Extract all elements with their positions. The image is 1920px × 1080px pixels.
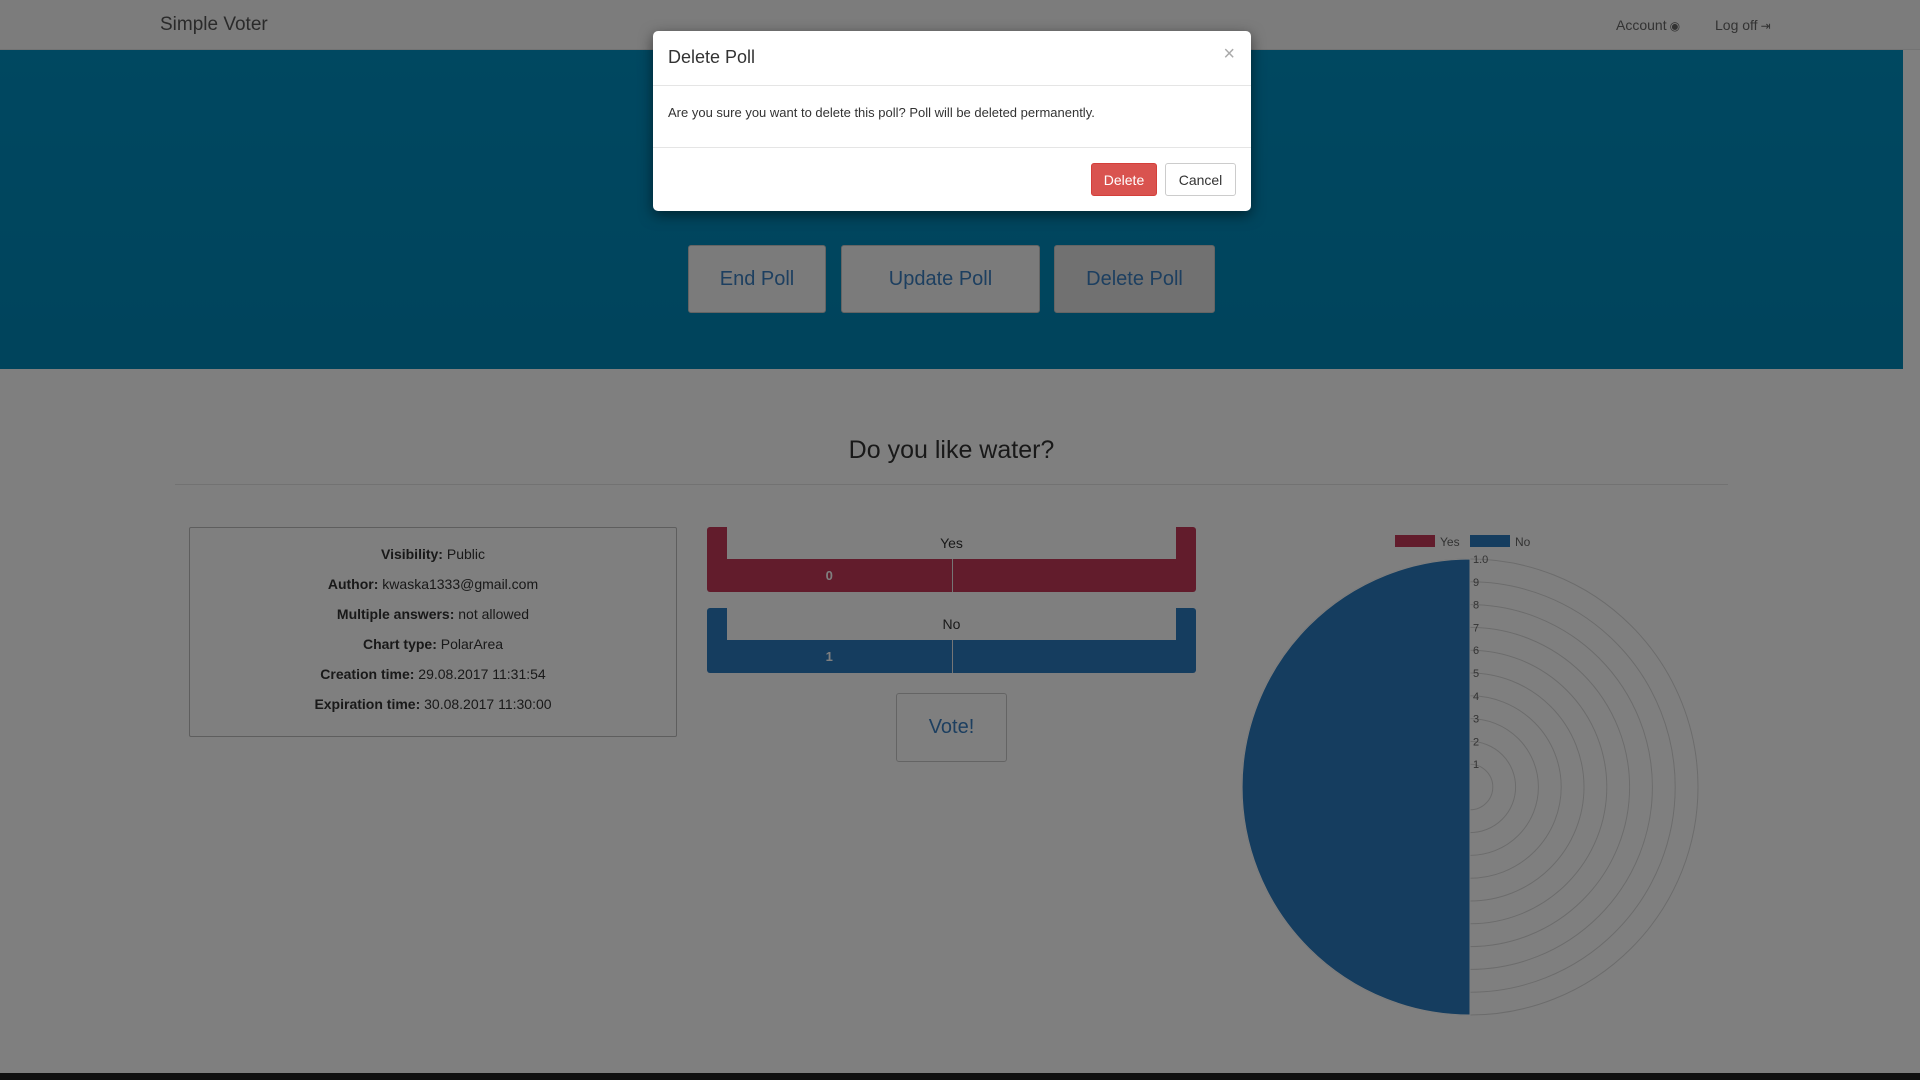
cancel-button[interactable]: Cancel — [1165, 163, 1236, 196]
modal-message: Are you sure you want to delete this pol… — [668, 105, 1095, 120]
delete-poll-modal: Delete Poll × Are you sure you want to d… — [653, 31, 1251, 211]
modal-header: Delete Poll × — [653, 31, 1251, 86]
modal-body: Are you sure you want to delete this pol… — [653, 86, 1251, 148]
bottom-bar — [0, 1073, 1920, 1080]
modal-title: Delete Poll — [668, 47, 756, 67]
close-icon[interactable]: × — [1223, 43, 1235, 66]
confirm-delete-button[interactable]: Delete — [1091, 163, 1157, 196]
